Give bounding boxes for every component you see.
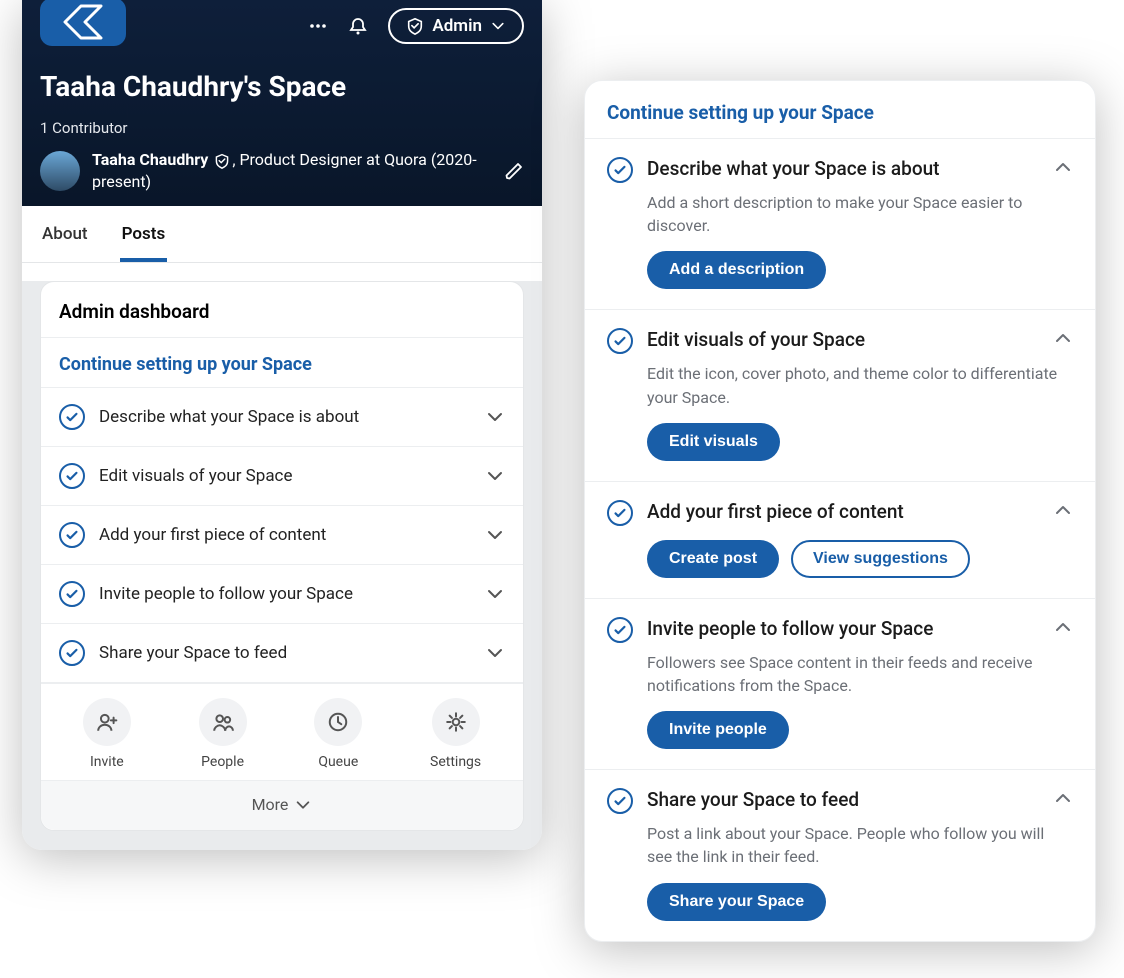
task-label: Describe what your Space is about [99,407,471,427]
dashboard-setup-title: Continue setting up your Space [41,338,523,388]
qa-label: Queue [318,754,358,770]
more-options-icon[interactable] [308,16,328,36]
contributor-row: Taaha Chaudhry , Product Designer at Quo… [40,149,524,192]
chevron-down-icon [485,643,505,663]
more-label: More [252,795,289,814]
setup-task-title: Describe what your Space is about [647,157,1039,182]
check-circle-icon [59,463,85,489]
setup-task-desc: Followers see Space content in their fee… [647,651,1073,697]
chevron-down-icon [485,584,505,604]
quick-action-people[interactable]: People [199,698,247,770]
edit-profile-button[interactable] [504,161,524,181]
setup-task-title: Add your first piece of content [647,500,1039,525]
chevron-down-icon [294,796,312,814]
task-invite[interactable]: Invite people to follow your Space [41,565,523,624]
space-logo-icon [63,4,103,40]
chevron-down-icon [485,407,505,427]
setup-expanded-panel: Continue setting up your Space Describe … [584,80,1096,942]
setup-panel-title: Continue setting up your Space [585,81,1095,139]
admin-dropdown[interactable]: Admin [388,8,524,44]
gear-icon [445,711,467,733]
chevron-down-icon [485,466,505,486]
task-label: Add your first piece of content [99,525,471,545]
setup-task-desc: Post a link about your Space. People who… [647,822,1073,868]
pencil-icon [504,161,524,181]
check-circle-icon [607,328,633,354]
setup-task-visuals: Edit visuals of your Space Edit the icon… [585,310,1095,481]
setup-task-title: Edit visuals of your Space [647,328,1039,353]
check-circle-icon [59,581,85,607]
tab-about[interactable]: About [40,206,90,262]
add-description-button[interactable]: Add a description [647,251,826,289]
contributor-text: Taaha Chaudhry , Product Designer at Quo… [92,149,492,192]
check-circle-icon [607,788,633,814]
chevron-up-icon[interactable] [1053,500,1073,520]
dashboard-title: Admin dashboard [41,282,523,338]
qa-label: Invite [90,754,124,770]
setup-task-title: Share your Space to feed [647,788,1039,813]
contributor-name: Taaha Chaudhry [92,150,208,169]
view-suggestions-button[interactable]: View suggestions [791,540,970,578]
task-visuals[interactable]: Edit visuals of your Space [41,447,523,506]
contributors-count: 1 Contributor [40,119,524,137]
more-toggle[interactable]: More [41,780,523,830]
setup-task-title: Invite people to follow your Space [647,617,1039,642]
check-circle-icon [607,500,633,526]
check-circle-icon [607,157,633,183]
quick-action-queue[interactable]: Queue [314,698,362,770]
space-logo-badge [40,0,126,46]
qa-label: People [201,754,244,770]
chevron-up-icon[interactable] [1053,617,1073,637]
setup-task-desc: Add a short description to make your Spa… [647,191,1073,237]
setup-task-content: Add your first piece of content Create p… [585,482,1095,599]
setup-task-invite: Invite people to follow your Space Follo… [585,599,1095,770]
check-circle-icon [59,640,85,666]
task-label: Invite people to follow your Space [99,584,471,604]
chevron-down-icon [485,525,505,545]
admin-label: Admin [432,16,482,36]
hero-section: Admin Taaha Chaudhry's Space 1 Contribut… [22,0,542,206]
edit-visuals-button[interactable]: Edit visuals [647,423,780,461]
chevron-up-icon[interactable] [1053,328,1073,348]
qa-label: Settings [430,754,481,770]
notifications-icon[interactable] [348,16,368,36]
chevron-up-icon[interactable] [1053,157,1073,177]
invite-people-button[interactable]: Invite people [647,711,789,749]
share-space-button[interactable]: Share your Space [647,883,826,921]
task-describe[interactable]: Describe what your Space is about [41,388,523,447]
tab-posts[interactable]: Posts [120,206,168,262]
quick-action-settings[interactable]: Settings [430,698,481,770]
tabs: About Posts [22,206,542,263]
clock-icon [327,711,349,733]
check-circle-icon [59,522,85,548]
space-page-panel: Admin Taaha Chaudhry's Space 1 Contribut… [22,0,542,850]
task-share[interactable]: Share your Space to feed [41,624,523,683]
chevron-up-icon[interactable] [1053,788,1073,808]
shield-icon [406,17,424,35]
chevron-down-icon [490,18,506,34]
quick-action-invite[interactable]: Invite [83,698,131,770]
check-circle-icon [59,404,85,430]
task-label: Edit visuals of your Space [99,466,471,486]
setup-task-describe: Describe what your Space is about Add a … [585,139,1095,310]
verified-shield-icon [214,153,230,169]
setup-task-desc: Edit the icon, cover photo, and theme co… [647,362,1073,408]
check-circle-icon [607,617,633,643]
setup-task-share: Share your Space to feed Post a link abo… [585,770,1095,940]
people-icon [212,711,234,733]
create-post-button[interactable]: Create post [647,540,779,578]
space-title: Taaha Chaudhry's Space [40,70,524,103]
task-content[interactable]: Add your first piece of content [41,506,523,565]
person-plus-icon [96,711,118,733]
admin-dashboard-card: Admin dashboard Continue setting up your… [40,281,524,831]
task-label: Share your Space to feed [99,643,471,663]
avatar[interactable] [40,151,80,191]
quick-actions: Invite People Queue Settings [41,683,523,780]
